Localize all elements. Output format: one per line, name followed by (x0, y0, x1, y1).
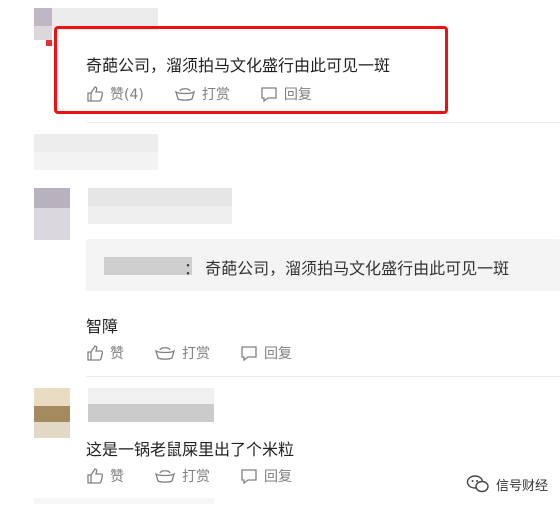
comment-actions: 赞(4) 打赏 回复 (86, 84, 342, 104)
comment-actions: 赞 打赏 回复 (86, 343, 322, 363)
watermark-label: 信号财经 (495, 478, 548, 494)
username (88, 206, 232, 224)
comment-text: 智障 (86, 317, 119, 336)
comment-text: 奇葩公司，溜须拍马文化盛行由此可见一斑 (86, 56, 391, 75)
username (34, 134, 158, 152)
divider (34, 498, 214, 504)
username[interactable] (88, 188, 232, 206)
divider (86, 122, 560, 123)
like-label: 赞(4) (110, 87, 144, 103)
tip-label: 打赏 (182, 469, 210, 485)
like-button[interactable]: 赞(4) (86, 84, 144, 104)
quoted-comment: ： 奇葩公司，溜须拍马文化盛行由此可见一斑 (86, 239, 560, 291)
quoted-username (104, 257, 192, 275)
reply-label: 回复 (264, 469, 292, 485)
comment-text: 这是一锅老鼠屎里出了个米粒 (86, 440, 295, 459)
username (88, 404, 214, 422)
username[interactable] (88, 388, 214, 404)
tip-button[interactable]: 打赏 (154, 466, 210, 486)
reply-button[interactable]: 回复 (240, 343, 292, 363)
ingot-icon (154, 347, 176, 360)
like-button[interactable]: 赞 (86, 466, 124, 486)
divider (86, 376, 560, 377)
reply-button[interactable]: 回复 (260, 84, 312, 104)
tip-label: 打赏 (201, 87, 230, 103)
avatar (34, 422, 70, 438)
thumbs-up-icon (87, 86, 104, 102)
quoted-text: ： 奇葩公司，溜须拍马文化盛行由此可见一斑 (184, 259, 510, 278)
username (34, 152, 158, 170)
reply-button[interactable]: 回复 (240, 466, 292, 486)
wechat-icon (466, 475, 489, 493)
tip-button[interactable]: 打赏 (174, 84, 230, 104)
like-button[interactable]: 赞 (86, 343, 124, 363)
avatar (34, 208, 70, 240)
thumbs-up-icon (87, 468, 104, 484)
comment-icon (261, 87, 277, 103)
reply-label: 回复 (283, 87, 312, 103)
like-label: 赞 (110, 469, 124, 485)
avatar (34, 406, 70, 422)
comment-actions: 赞 打赏 回复 (86, 466, 322, 486)
thumbs-up-icon (87, 345, 104, 361)
avatar[interactable] (34, 388, 70, 406)
avatar[interactable] (34, 8, 52, 26)
ingot-icon (154, 470, 176, 483)
comment-icon (241, 469, 257, 485)
comment-icon (241, 346, 257, 362)
reply-label: 回复 (264, 346, 292, 362)
watermark: 信号财经 (466, 474, 548, 494)
avatar (34, 26, 52, 40)
ingot-icon (174, 88, 195, 101)
tip-label: 打赏 (182, 346, 210, 362)
like-label: 赞 (110, 346, 124, 362)
avatar[interactable] (34, 188, 70, 208)
avatar (46, 40, 52, 46)
tip-button[interactable]: 打赏 (154, 343, 210, 363)
